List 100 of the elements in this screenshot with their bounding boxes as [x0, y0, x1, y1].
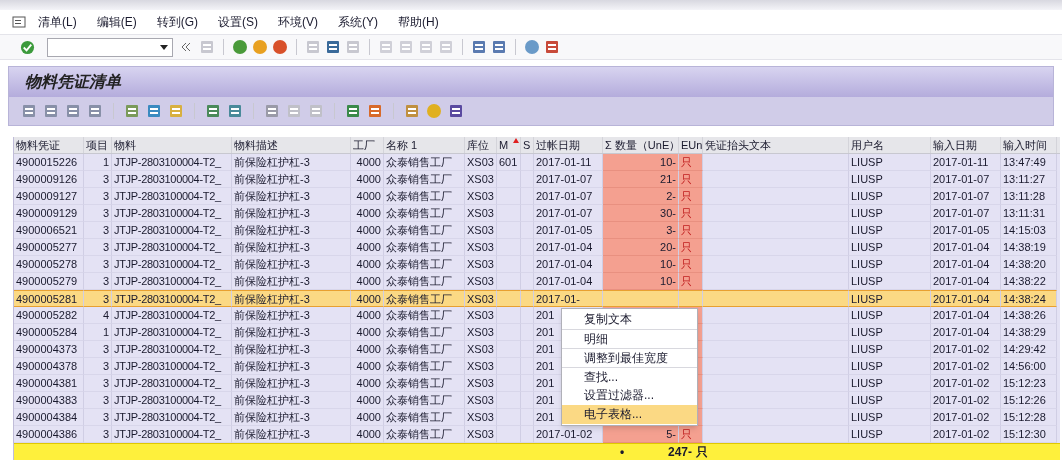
context-menu-item[interactable]: 查找...	[562, 367, 697, 386]
table-cell: XS03	[465, 375, 497, 392]
menu-item[interactable]: 帮助(H)	[398, 13, 439, 31]
table-cell: 5-	[603, 426, 679, 443]
table-cell: 只	[679, 171, 703, 188]
column-header[interactable]: M	[497, 137, 521, 153]
table-cell: 前保险杠护杠-3	[232, 409, 351, 426]
table-cell: 4900005278	[14, 256, 84, 273]
table-cell: 2017-01-04	[534, 256, 603, 273]
table-cell: 前保险杠护杠-3	[232, 341, 351, 358]
check-icon[interactable]	[20, 39, 35, 55]
column-header[interactable]: 物料	[112, 137, 232, 153]
column-header[interactable]: 输入时间	[1001, 137, 1057, 153]
table-cell: 3	[84, 358, 112, 375]
table-cell: 4000	[351, 324, 384, 341]
table-cell: 众泰销售工厂	[384, 222, 465, 239]
column-header[interactable]: EUn	[679, 137, 703, 153]
total-marker: •	[620, 444, 625, 460]
dropdown-icon[interactable]	[160, 44, 168, 50]
column-header[interactable]: S	[521, 137, 534, 153]
table-cell: 众泰销售工厂	[384, 205, 465, 222]
column-header[interactable]: 凭证抬头文本	[703, 137, 849, 153]
table-cell: JTJP-2803100004-T2_	[112, 256, 232, 273]
table-cell: LIUSP	[849, 307, 931, 324]
table-cell: JTJP-2803100004-T2_	[112, 392, 232, 409]
table-cell: 2017-01-04	[931, 290, 1001, 307]
table-cell: 前保险杠护杠-3	[232, 375, 351, 392]
table-cell: 2017-01-04	[931, 324, 1001, 341]
table-cell: 1	[84, 154, 112, 171]
table-cell: 2017-01-	[534, 290, 603, 307]
table-cell: LIUSP	[849, 239, 931, 256]
table-cell: 3-	[603, 222, 679, 239]
table-cell: 4900009127	[14, 188, 84, 205]
table-cell: 前保险杠护杠-3	[232, 307, 351, 324]
menu-item[interactable]: 编辑(E)	[96, 13, 137, 31]
table-cell: 3	[84, 188, 112, 205]
column-header[interactable]: 项目	[84, 137, 112, 153]
table-cell: 4000	[351, 375, 384, 392]
table-cell	[521, 426, 534, 443]
table-cell: 15:12:23	[1001, 375, 1057, 392]
table-cell: 14:38:22	[1001, 273, 1057, 290]
table-cell: 众泰销售工厂	[384, 426, 465, 443]
column-header[interactable]: 物料凭证	[14, 137, 84, 153]
table-cell: 2017-01-11	[534, 154, 603, 171]
table-cell: LIUSP	[849, 290, 931, 307]
table-cell: 2017-01-02	[931, 341, 1001, 358]
context-menu-item[interactable]: 调整到最佳宽度	[562, 348, 697, 367]
column-header[interactable]: 工厂	[351, 137, 384, 153]
table-cell: XS03	[465, 426, 497, 443]
table-cell: 3	[84, 392, 112, 409]
table-cell: 4000	[351, 205, 384, 222]
table-cell: 2017-01-04	[931, 239, 1001, 256]
table-cell: 众泰销售工厂	[384, 239, 465, 256]
table-cell: 前保险杠护杠-3	[232, 205, 351, 222]
menu-item[interactable]: 环境(V)	[278, 13, 318, 31]
column-header[interactable]: 库位	[465, 137, 497, 153]
table-cell	[497, 290, 521, 307]
table-cell: 4900015226	[14, 154, 84, 171]
table-cell: 众泰销售工厂	[384, 256, 465, 273]
command-field[interactable]	[47, 37, 173, 57]
menu-item[interactable]: 系统(Y)	[338, 13, 378, 31]
column-header[interactable]: 过帐日期	[534, 137, 603, 153]
table-cell: 4000	[351, 409, 384, 426]
table-cell: JTJP-2803100004-T2_	[112, 222, 232, 239]
table-cell: 前保险杠护杠-3	[232, 324, 351, 341]
system-menu-icon[interactable]	[12, 16, 26, 28]
menu-item[interactable]: 设置(S)	[218, 13, 258, 31]
table-cell: 2017-01-02	[931, 426, 1001, 443]
table-cell: 众泰销售工厂	[384, 290, 465, 307]
table-cell: 众泰销售工厂	[384, 375, 465, 392]
table-cell: 3	[84, 205, 112, 222]
column-header[interactable]: 名称 1	[384, 137, 465, 153]
table-cell: 4900009129	[14, 205, 84, 222]
table-cell: 只	[679, 426, 703, 443]
table-cell: 10-	[603, 256, 679, 273]
context-menu-item[interactable]: 明细	[562, 329, 697, 348]
table-cell	[497, 426, 521, 443]
table-cell: LIUSP	[849, 154, 931, 171]
table-cell: 4900005281	[14, 290, 84, 307]
table-cell: 只	[679, 239, 703, 256]
context-menu-item[interactable]: 电子表格...	[562, 405, 697, 424]
table-cell	[521, 290, 534, 307]
column-header[interactable]: 用户名	[849, 137, 931, 153]
table-cell: 4000	[351, 273, 384, 290]
menu-item[interactable]: 转到(G)	[156, 13, 198, 31]
table-cell: 4000	[351, 188, 384, 205]
column-header[interactable]: 输入日期	[931, 137, 1001, 153]
table-cell: 只	[679, 222, 703, 239]
table-cell: JTJP-2803100004-T2_	[112, 341, 232, 358]
column-header[interactable]: 物料描述	[232, 137, 351, 153]
table-cell: 14:38:19	[1001, 239, 1057, 256]
table-cell	[497, 307, 521, 324]
collapse-icon[interactable]	[181, 42, 191, 52]
table-cell: 众泰销售工厂	[384, 409, 465, 426]
table-cell: 4000	[351, 222, 384, 239]
menu-item[interactable]: 清单(L)	[38, 13, 77, 31]
table-cell: JTJP-2803100004-T2_	[112, 171, 232, 188]
table-cell: JTJP-2803100004-T2_	[112, 188, 232, 205]
table-cell: XS03	[465, 256, 497, 273]
column-header[interactable]: Σ 数量（UnE）	[603, 137, 679, 153]
